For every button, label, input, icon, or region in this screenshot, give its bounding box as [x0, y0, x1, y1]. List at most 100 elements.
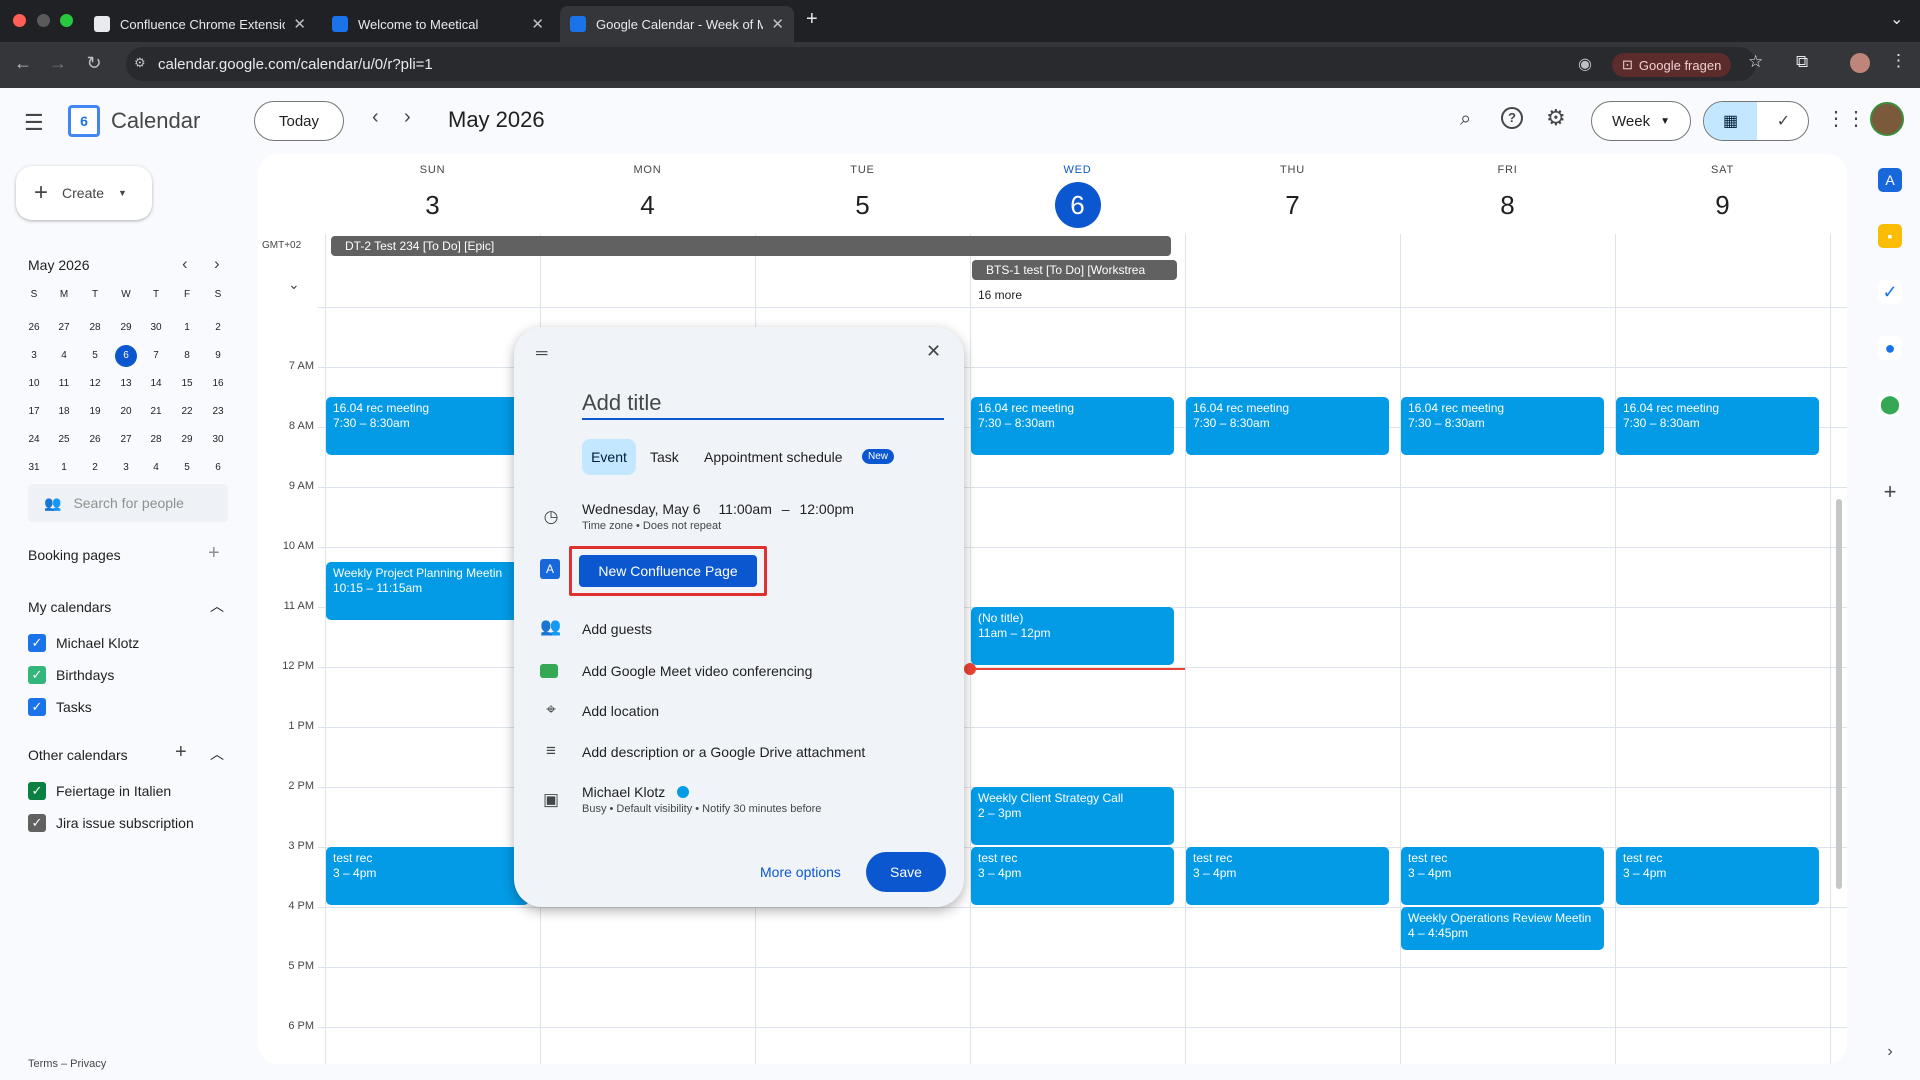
mini-day[interactable]: 3 — [112, 457, 140, 479]
browser-tab-meetical[interactable]: Welcome to Meetical ✕ — [322, 6, 554, 42]
add-guests-field[interactable]: Add guests — [582, 621, 652, 637]
mini-day[interactable]: 2 — [81, 457, 109, 479]
mini-day[interactable]: 16 — [204, 373, 232, 395]
mini-day[interactable]: 27 — [112, 429, 140, 451]
today-button[interactable]: Today — [254, 101, 344, 141]
scrollbar[interactable] — [1836, 499, 1842, 889]
minimize-window-button[interactable] — [37, 14, 50, 27]
add-booking-page-icon[interactable]: + — [208, 542, 220, 565]
tasks-icon[interactable]: ✓ — [1878, 280, 1902, 304]
close-tab-icon[interactable]: ✕ — [293, 15, 306, 33]
mini-day[interactable]: 4 — [142, 457, 170, 479]
mini-day[interactable]: 24 — [20, 429, 48, 451]
mini-day[interactable]: 25 — [50, 429, 78, 451]
add-other-calendar-icon[interactable]: + — [175, 741, 187, 764]
calendar-list-item[interactable]: Tasks — [56, 699, 92, 715]
checkbox[interactable]: ✓ — [28, 698, 46, 716]
new-tab-icon[interactable]: + — [806, 8, 818, 31]
day-header-sun[interactable]: SUN 3 — [325, 164, 540, 228]
mini-day[interactable]: 11 — [50, 373, 78, 395]
mini-day[interactable]: 9 — [204, 345, 232, 367]
mini-day[interactable]: 4 — [50, 345, 78, 367]
search-people-input[interactable]: 👥 Search for people — [28, 484, 228, 522]
help-icon[interactable]: ? — [1501, 107, 1523, 129]
mini-day[interactable]: 3 — [20, 345, 48, 367]
google-fragen-button[interactable]: ⊡ Google fragen — [1612, 53, 1732, 77]
mini-next-icon[interactable]: › — [214, 254, 220, 274]
calendar-event[interactable]: 16.04 rec meeting 7:30 – 8:30am — [971, 397, 1174, 455]
calendar-event[interactable]: 16.04 rec meeting 7:30 – 8:30am — [1186, 397, 1389, 455]
day-number[interactable]: 6 — [1054, 182, 1101, 228]
day-header-tue[interactable]: TUE 5 — [755, 164, 970, 228]
calendar-event[interactable]: Weekly Client Strategy Call 2 – 3pm — [971, 787, 1174, 845]
calendar-event[interactable]: 16.04 rec meeting 7:30 – 8:30am — [326, 397, 529, 455]
add-location-field[interactable]: Add location — [582, 703, 659, 719]
profile-avatar[interactable] — [1850, 53, 1870, 73]
calendar-event[interactable]: test rec 3 – 4pm — [326, 847, 529, 905]
browser-menu-icon[interactable]: ⋮ — [1890, 51, 1907, 71]
expand-panel-icon[interactable]: › — [1878, 1040, 1902, 1064]
calendar-event[interactable]: 16.04 rec meeting 7:30 – 8:30am — [1616, 397, 1819, 455]
google-apps-icon[interactable]: ⋮⋮ — [1826, 106, 1866, 131]
calendar-event[interactable]: Weekly Project Planning Meetin 10:15 – 11… — [326, 562, 529, 620]
more-options-button[interactable]: More options — [760, 864, 841, 880]
add-meet-button[interactable]: Add Google Meet video conferencing — [582, 663, 812, 679]
mini-day[interactable]: 29 — [112, 317, 140, 339]
day-number[interactable]: 7 — [1185, 182, 1400, 228]
prev-week-icon[interactable]: ‹ — [372, 106, 379, 129]
day-number[interactable]: 3 — [325, 182, 540, 228]
mini-day[interactable]: 19 — [81, 401, 109, 423]
mini-day[interactable]: 2 — [204, 317, 232, 339]
mini-day[interactable]: 6 — [204, 457, 232, 479]
checkbox[interactable]: ✓ — [28, 666, 46, 684]
get-addons-icon[interactable]: + — [1878, 479, 1902, 504]
terms-privacy-link[interactable]: Terms – Privacy — [28, 1058, 106, 1070]
more-events-link[interactable]: 16 more — [978, 288, 1022, 302]
tab-search-chevron-icon[interactable]: ⌄ — [1890, 9, 1903, 29]
mini-day[interactable]: 29 — [173, 429, 201, 451]
mini-day[interactable]: 21 — [142, 401, 170, 423]
mini-day[interactable]: 15 — [173, 373, 201, 395]
mini-day[interactable]: 30 — [204, 429, 232, 451]
mini-day[interactable]: 7 — [142, 345, 170, 367]
day-number[interactable]: 9 — [1615, 182, 1830, 228]
calendar-owner-select[interactable]: Michael Klotz — [582, 784, 690, 800]
calendar-view-icon[interactable]: ▦ — [1704, 102, 1757, 140]
url-bar[interactable]: ⚙ calendar.google.com/calendar/u/0/r?pli… — [126, 47, 1756, 81]
day-header-thu[interactable]: THU 7 — [1185, 164, 1400, 228]
other-calendars-title[interactable]: Other calendars — [28, 747, 128, 763]
mini-day[interactable]: 6 — [115, 345, 137, 367]
mini-day[interactable]: 18 — [50, 401, 78, 423]
calendar-event[interactable]: Weekly Operations Review Meetin 4 – 4:45p… — [1401, 907, 1604, 950]
mini-prev-icon[interactable]: ‹ — [182, 254, 188, 274]
calendar-list-item[interactable]: Birthdays — [56, 667, 114, 683]
checkbox[interactable]: ✓ — [28, 782, 46, 800]
settings-gear-icon[interactable]: ⚙ — [1546, 105, 1566, 131]
allday-event[interactable]: BTS-1 test [To Do] [Workstrea — [972, 260, 1177, 280]
collapse-chevron-icon[interactable]: ︿ — [210, 744, 224, 764]
search-icon[interactable]: ⌕ — [1460, 108, 1471, 131]
day-header-mon[interactable]: MON 4 — [540, 164, 755, 228]
calendar-list-item[interactable]: Jira issue subscription — [56, 815, 194, 831]
calendar-event[interactable]: test rec 3 – 4pm — [1616, 847, 1819, 905]
expand-allday-icon[interactable]: ⌄ — [288, 276, 300, 293]
maximize-window-button[interactable] — [60, 14, 73, 27]
my-calendars-title[interactable]: My calendars — [28, 599, 111, 615]
mini-day[interactable]: 13 — [112, 373, 140, 395]
checkbox[interactable]: ✓ — [28, 634, 46, 652]
mini-day[interactable]: 28 — [81, 317, 109, 339]
mini-day[interactable]: 28 — [142, 429, 170, 451]
calendar-event[interactable]: 16.04 rec meeting 7:30 – 8:30am — [1401, 397, 1604, 455]
allday-event[interactable]: DT-2 Test 234 [To Do] [Epic] — [331, 236, 1171, 256]
day-number[interactable]: 5 — [755, 182, 970, 228]
maps-icon[interactable]: ⬤ — [1878, 392, 1902, 416]
calendar-event[interactable]: test rec 3 – 4pm — [971, 847, 1174, 905]
mini-day[interactable]: 1 — [173, 317, 201, 339]
day-header-wed[interactable]: WED 6 — [970, 164, 1185, 228]
mini-day[interactable]: 5 — [81, 345, 109, 367]
view-select[interactable]: Week ▼ — [1591, 101, 1691, 141]
mini-day[interactable]: 23 — [204, 401, 232, 423]
next-week-icon[interactable]: › — [404, 106, 411, 129]
account-avatar[interactable] — [1870, 102, 1904, 136]
reload-icon[interactable]: ↻ — [82, 53, 106, 74]
